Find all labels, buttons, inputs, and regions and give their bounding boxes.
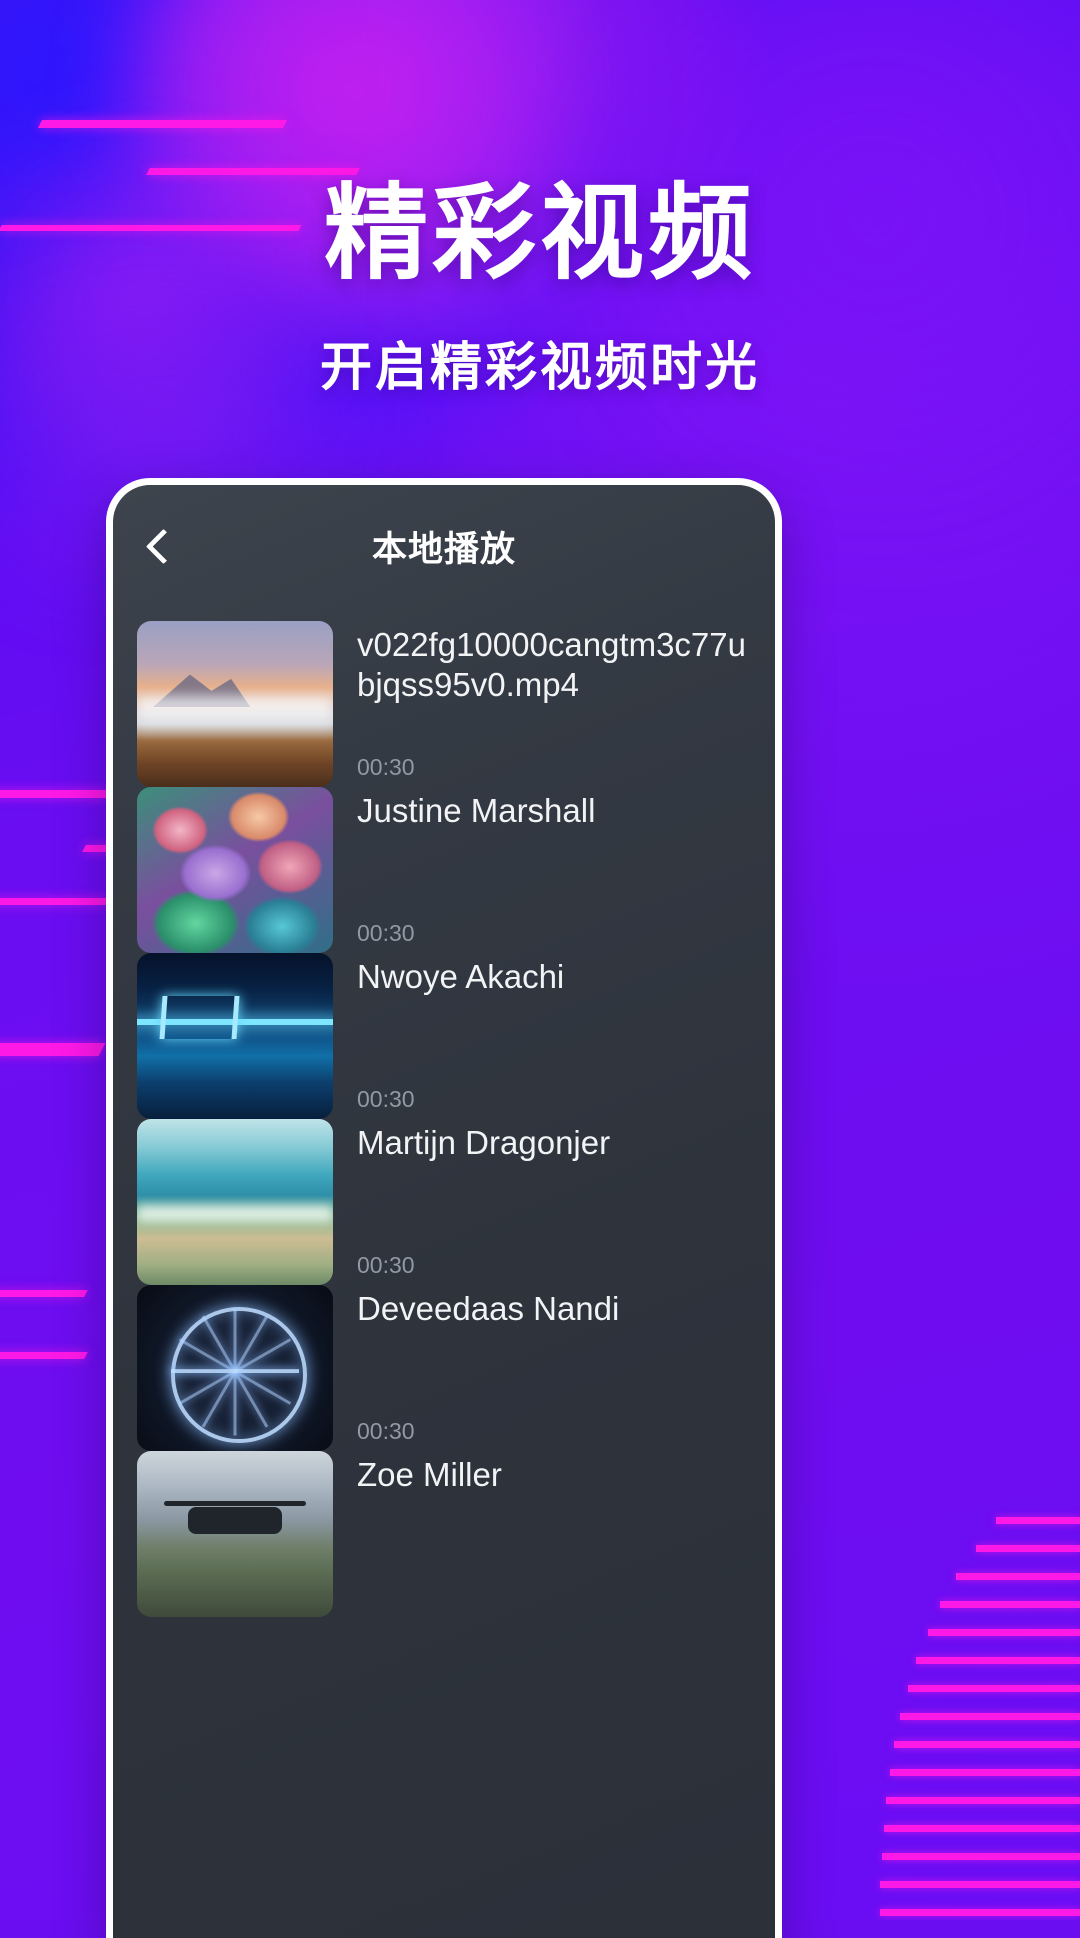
neon-line-9	[0, 1352, 88, 1359]
video-thumbnail[interactable]	[137, 1451, 333, 1617]
back-button[interactable]	[135, 518, 191, 574]
list-item[interactable]: Deveedaas Nandi 00:30	[113, 1271, 775, 1451]
video-meta: Martijn Dragonjer 00:30	[333, 1119, 751, 1285]
chevron-left-icon	[145, 528, 181, 564]
list-item[interactable]: Zoe Miller	[113, 1437, 775, 1617]
page-title: 精彩视频	[323, 176, 756, 292]
coral-reef-thumbnail	[137, 787, 333, 953]
ferris-wheel-spokes	[171, 1307, 299, 1436]
video-title: Martijn Dragonjer	[357, 1124, 611, 1161]
video-thumbnail[interactable]	[137, 787, 333, 953]
video-meta: Deveedaas Nandi 00:30	[333, 1285, 751, 1451]
neon-line-8	[0, 1290, 88, 1297]
video-meta: v022fg10000cangtm3c77ubjqss95v0.mp4 00:3…	[333, 621, 751, 787]
video-duration	[357, 1611, 751, 1617]
neon-line-2	[146, 168, 360, 175]
mountain-sunset-thumbnail	[137, 621, 333, 787]
video-meta: Zoe Miller	[333, 1451, 751, 1617]
video-thumbnail[interactable]	[137, 953, 333, 1119]
app-bar: 本地播放	[113, 485, 775, 607]
night-bridge-thumbnail	[137, 953, 333, 1119]
list-item[interactable]: Nwoye Akachi 00:30	[113, 939, 775, 1119]
video-thumbnail[interactable]	[137, 1119, 333, 1285]
video-title: Nwoye Akachi	[357, 958, 565, 995]
list-item[interactable]: Justine Marshall 00:30	[113, 773, 775, 953]
video-thumbnail[interactable]	[137, 621, 333, 787]
drone-landscape-thumbnail	[137, 1451, 333, 1617]
video-title: Deveedaas Nandi	[357, 1290, 620, 1327]
video-title: Zoe Miller	[357, 1456, 502, 1493]
hero-section: 精彩视频 开启精彩视频时光	[0, 176, 1080, 400]
neon-line-7	[0, 1043, 106, 1056]
video-title: v022fg10000cangtm3c77ubjqss95v0.mp4	[357, 626, 746, 704]
list-item[interactable]: v022fg10000cangtm3c77ubjqss95v0.mp4 00:3…	[113, 607, 775, 787]
video-meta: Nwoye Akachi 00:30	[333, 953, 751, 1119]
neon-line-6	[0, 898, 110, 905]
list-item[interactable]: Martijn Dragonjer 00:30	[113, 1105, 775, 1285]
phone-screen: 本地播放 v022fg10000cangtm3c77ubjqss95v0.mp4…	[113, 485, 775, 1938]
coastline-thumbnail	[137, 1119, 333, 1285]
video-thumbnail[interactable]	[137, 1285, 333, 1451]
page-subtitle: 开启精彩视频时光	[319, 339, 760, 398]
corner-stripes	[880, 1490, 1080, 1920]
phone-mockup: 本地播放 v022fg10000cangtm3c77ubjqss95v0.mp4…	[106, 478, 782, 1938]
neon-line-4	[0, 790, 111, 798]
neon-line-1	[37, 120, 288, 128]
video-meta: Justine Marshall 00:30	[333, 787, 751, 953]
video-title: Justine Marshall	[357, 792, 596, 829]
app-bar-title: 本地播放	[371, 529, 516, 569]
ferris-wheel-thumbnail	[137, 1285, 333, 1451]
video-list[interactable]: v022fg10000cangtm3c77ubjqss95v0.mp4 00:3…	[113, 607, 775, 1617]
